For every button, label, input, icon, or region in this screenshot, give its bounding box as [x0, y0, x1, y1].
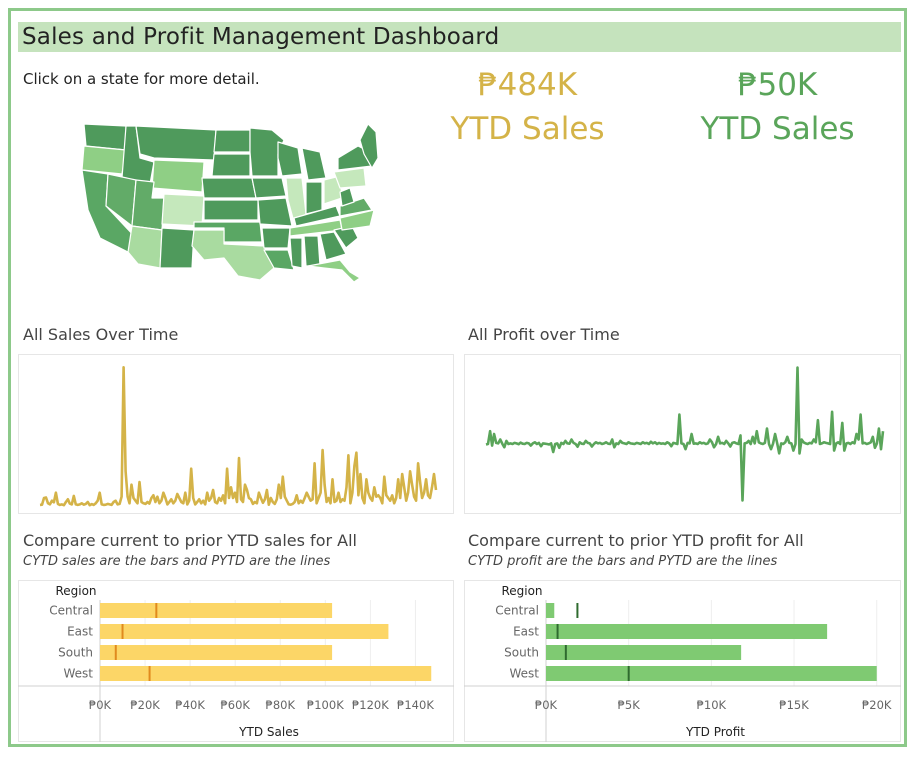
sales-compare-tick-label: ₱60K — [220, 698, 250, 712]
sales-compare-category-label: South — [58, 646, 93, 660]
profit-compare-x-axis-title: YTD Profit — [685, 725, 745, 739]
state-pennsylvania[interactable] — [333, 167, 367, 189]
sales-time-title: All Sales Over Time — [23, 325, 179, 344]
profit-time-title: All Profit over Time — [468, 325, 620, 344]
state-montana[interactable] — [135, 125, 217, 161]
title-bar: Sales and Profit Management Dashboard — [18, 22, 901, 52]
state-south-dakota[interactable] — [211, 153, 251, 177]
sales-compare-x-axis-title: YTD Sales — [238, 725, 299, 739]
sales-compare-tick-label: ₱80K — [266, 698, 296, 712]
state-michigan[interactable] — [301, 147, 327, 181]
state-north-dakota[interactable] — [213, 129, 251, 153]
state-arkansas[interactable] — [261, 227, 291, 249]
sales-compare-tick-label: ₱120K — [352, 698, 389, 712]
sales-over-time-background — [18, 354, 454, 514]
kpi-sales: ₱484K YTD Sales — [440, 63, 615, 151]
profit-compare-title: Compare current to prior YTD profit for … — [468, 531, 804, 550]
profit-compare-bar-central[interactable] — [546, 603, 555, 618]
profit-compare-category-label: East — [513, 625, 539, 639]
map-hint: Click on a state for more detail. — [23, 70, 260, 88]
profit-compare-category-header: Region — [501, 584, 542, 598]
sales-over-time-chart[interactable] — [18, 354, 454, 514]
state-new-mexico[interactable] — [159, 227, 195, 269]
sales-compare-subtitle: CYTD sales are the bars and PYTD are the… — [23, 554, 331, 569]
state-colorado[interactable] — [161, 193, 205, 227]
sales-compare-category-header: Region — [55, 584, 96, 598]
sales-compare-bar-central[interactable] — [100, 603, 333, 618]
profit-over-time-chart[interactable] — [464, 354, 901, 514]
profit-compare-tick-label: ₱20K — [862, 698, 892, 712]
state-missouri[interactable] — [257, 197, 293, 227]
profit-compare-category-label: South — [504, 646, 539, 660]
profit-compare-category-label: Central — [495, 604, 539, 618]
profit-compare-chart[interactable]: Region Central East South West ₱0K ₱5K ₱10K ₱15K… — [464, 580, 901, 742]
kpi-sales-value: ₱484K — [477, 67, 578, 103]
state-iowa[interactable] — [251, 177, 287, 199]
us-state-map[interactable] — [78, 118, 378, 283]
profit-compare-tick-label: ₱15K — [779, 698, 809, 712]
sales-compare-tick-label: ₱100K — [307, 698, 344, 712]
state-west-virginia[interactable] — [339, 187, 355, 207]
state-arizona[interactable] — [127, 225, 163, 269]
sales-compare-tick-label: ₱20K — [130, 698, 160, 712]
state-oregon[interactable] — [81, 145, 127, 175]
profit-compare-bar-west[interactable] — [546, 666, 877, 681]
profit-compare-category-label: West — [509, 667, 539, 681]
sales-compare-category-label: Central — [49, 604, 93, 618]
kpi-profit: ₱50K YTD Sales — [690, 63, 865, 151]
kpi-sales-label: YTD Sales — [450, 111, 605, 147]
sales-compare-bar-east[interactable] — [100, 624, 389, 639]
profit-compare-bar-east[interactable] — [546, 624, 828, 639]
state-indiana[interactable] — [305, 181, 323, 215]
profit-over-time-background — [464, 354, 901, 514]
state-nebraska[interactable] — [201, 177, 257, 199]
sales-compare-title: Compare current to prior YTD sales for A… — [23, 531, 357, 550]
sales-compare-tick-label: ₱140K — [397, 698, 434, 712]
state-mississippi[interactable] — [289, 237, 303, 269]
profit-compare-subtitle: CYTD profit are the bars and PYTD are th… — [468, 554, 778, 569]
profit-compare-bar-south[interactable] — [546, 645, 742, 660]
state-wisconsin[interactable] — [277, 141, 303, 177]
sales-compare-category-label: East — [67, 625, 93, 639]
sales-compare-tick-label: ₱0K — [89, 698, 112, 712]
profit-compare-tick-label: ₱10K — [697, 698, 727, 712]
sales-compare-chart[interactable]: Region Central East South West ₱0K ₱20K ₱40K ₱60… — [18, 580, 454, 742]
page-title: Sales and Profit Management Dashboard — [22, 24, 500, 50]
state-alabama[interactable] — [303, 235, 321, 267]
profit-compare-tick-label: ₱5K — [618, 698, 641, 712]
state-wyoming[interactable] — [151, 159, 205, 193]
kpi-profit-label: YTD Sales — [700, 111, 855, 147]
sales-compare-category-label: West — [63, 667, 93, 681]
kpi-profit-value: ₱50K — [737, 67, 818, 103]
profit-compare-tick-label: ₱0K — [535, 698, 558, 712]
sales-compare-bar-south[interactable] — [100, 645, 333, 660]
state-kansas[interactable] — [203, 199, 259, 221]
sales-compare-tick-label: ₱40K — [175, 698, 205, 712]
